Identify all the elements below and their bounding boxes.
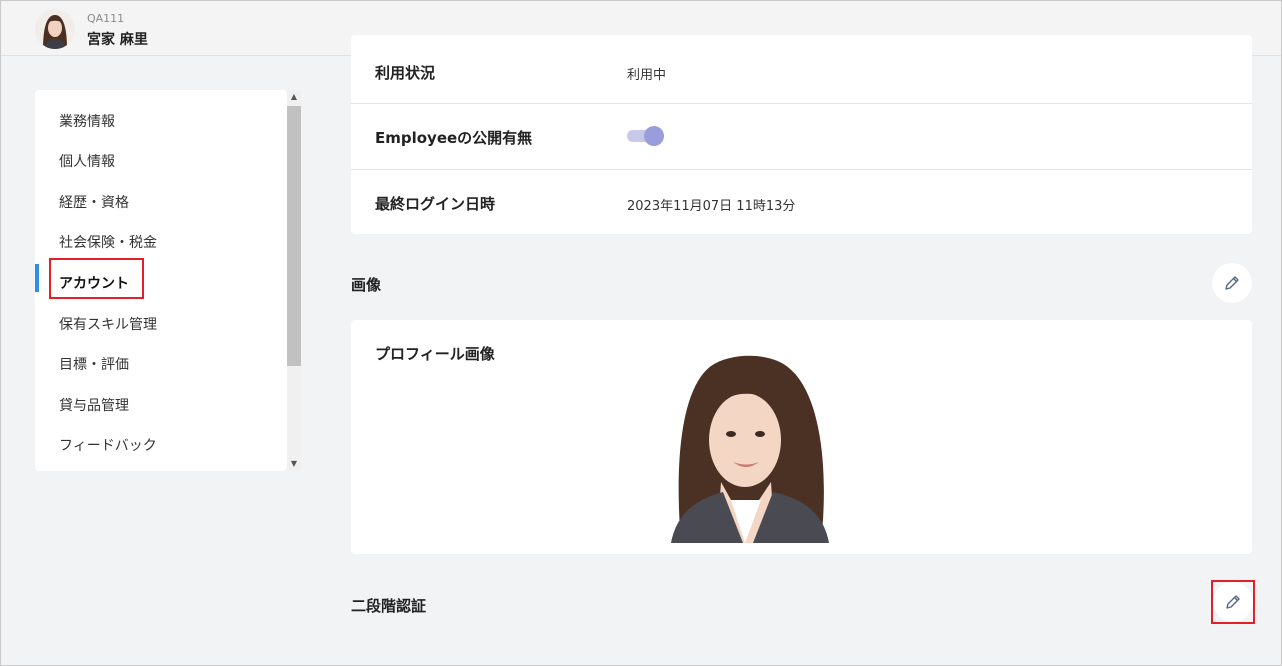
scroll-thumb[interactable] xyxy=(287,106,301,366)
toggle-knob xyxy=(644,126,664,146)
sidebar-item-account[interactable]: アカウント xyxy=(35,264,287,304)
two-factor-section-title: 二段階認証 xyxy=(351,597,427,615)
sidebar-nav: 業務情報 個人情報 経歴・資格 社会保険・税金 アカウント 保有スキル管理 目標… xyxy=(35,90,287,471)
edit-image-button[interactable] xyxy=(1212,263,1252,303)
scroll-up-icon[interactable]: ▲ xyxy=(287,90,301,104)
employee-public-label: Employeeの公開有無 xyxy=(375,129,533,147)
last-login-value: 2023年11月07日 11時13分 xyxy=(627,199,796,214)
sidebar-item-insurance-tax[interactable]: 社会保険・税金 xyxy=(35,223,287,263)
usage-status-value: 利用中 xyxy=(627,68,667,83)
sidebar-item-feedback[interactable]: フィードバック xyxy=(35,426,287,466)
sidebar-item-business-info[interactable]: 業務情報 xyxy=(35,102,287,142)
user-id: QA111 xyxy=(87,12,125,25)
image-section-title: 画像 xyxy=(351,276,382,294)
profile-image-label: プロフィール画像 xyxy=(375,345,495,363)
sidebar-item-loaned-items[interactable]: 貸与品管理 xyxy=(35,386,287,426)
profile-photo xyxy=(661,350,839,543)
usage-status-label: 利用状況 xyxy=(375,64,436,82)
divider xyxy=(351,169,1252,170)
sidebar-item-personal-info[interactable]: 個人情報 xyxy=(35,142,287,182)
pencil-icon xyxy=(1225,276,1239,290)
sidebar-item-skills[interactable]: 保有スキル管理 xyxy=(35,305,287,345)
sidebar-item-career[interactable]: 経歴・資格 xyxy=(35,183,287,223)
last-login-label: 最終ログイン日時 xyxy=(375,195,496,213)
pencil-icon xyxy=(1226,595,1240,609)
scroll-down-icon[interactable]: ▼ xyxy=(287,457,301,471)
sidebar-item-goals[interactable]: 目標・評価 xyxy=(35,345,287,385)
app-window: QA111 宮家 麻里 業務情報 個人情報 経歴・資格 社会保険・税金 アカウン… xyxy=(0,0,1282,666)
sidebar-scrollbar[interactable]: ▲ ▼ xyxy=(287,90,301,471)
account-card: 利用状況 利用中 Employeeの公開有無 最終ログイン日時 2023年11月… xyxy=(351,35,1252,234)
avatar[interactable] xyxy=(35,9,75,49)
employee-public-toggle[interactable] xyxy=(627,126,664,146)
user-name: 宮家 麻里 xyxy=(87,32,148,48)
divider xyxy=(351,103,1252,104)
edit-two-factor-button[interactable] xyxy=(1213,582,1253,622)
profile-image-card: プロフィール画像 xyxy=(351,320,1252,554)
